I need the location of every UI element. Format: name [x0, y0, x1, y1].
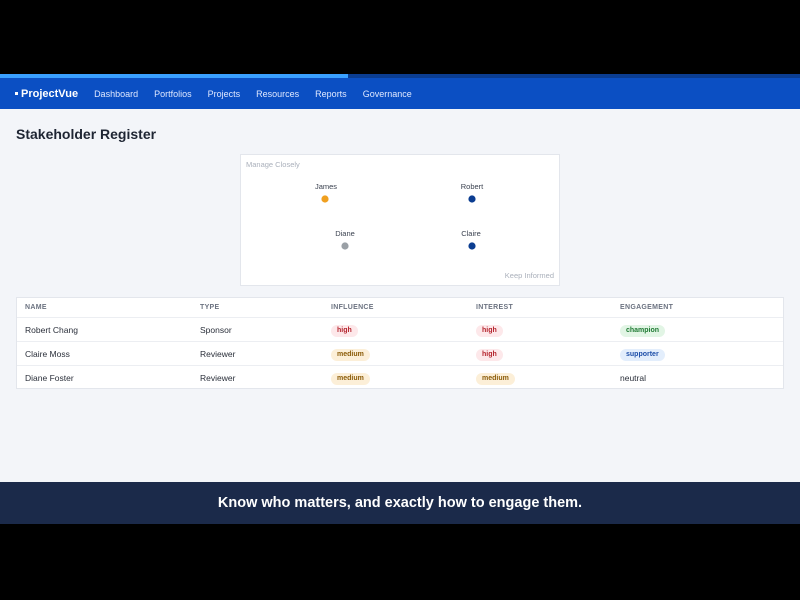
table-header-row: NAME TYPE INFLUENCE INTEREST ENGAGEMENT — [17, 298, 783, 318]
stakeholder-type: Reviewer — [200, 349, 236, 359]
app-window: ProjectVue Dashboard Portfolios Projects… — [0, 78, 800, 482]
letterbox-top — [0, 0, 800, 74]
engagement-badge: supporter — [620, 348, 665, 361]
matrix-plot: James Robert Diane Claire — [315, 182, 484, 250]
nav-item-resources[interactable]: Resources — [256, 89, 299, 99]
brand-logo[interactable]: ProjectVue — [15, 88, 78, 100]
interest-badge: high — [476, 348, 503, 361]
interest-badge: medium — [476, 372, 515, 385]
table-row[interactable]: Claire Moss Reviewer medium high support… — [17, 342, 783, 366]
stakeholder-point-label: Claire — [461, 229, 481, 238]
table-row[interactable]: Diane Foster Reviewer medium medium neut… — [17, 366, 783, 390]
stakeholder-name: Diane Foster — [25, 373, 74, 383]
subtitle-text: Know who matters, and exactly how to eng… — [217, 495, 583, 511]
interest-badge: high — [476, 324, 503, 337]
column-header-type[interactable]: TYPE — [200, 298, 219, 318]
column-header-influence[interactable]: INFLUENCE — [331, 298, 374, 318]
column-header-interest[interactable]: INTEREST — [476, 298, 513, 318]
brand-name: ProjectVue — [21, 87, 79, 100]
stakeholder-point-label: James — [315, 182, 337, 191]
influence-badge: medium — [331, 348, 370, 361]
stakeholder-type: Sponsor — [200, 325, 232, 335]
nav-item-reports[interactable]: Reports — [315, 89, 347, 99]
stakeholder-point-label: Diane — [335, 229, 355, 238]
brand-dot-icon — [15, 92, 18, 95]
stakeholder-point[interactable] — [468, 242, 476, 250]
engagement-badge: champion — [620, 324, 666, 337]
top-navbar: ProjectVue Dashboard Portfolios Projects… — [0, 78, 800, 109]
table-row[interactable]: Robert Chang Sponsor high high champion — [17, 318, 783, 342]
subtitle-bar: Know who matters, and exactly how to eng… — [0, 482, 800, 524]
stakeholder-point-label: Robert — [461, 182, 484, 191]
influence-badge: high — [331, 324, 358, 337]
column-header-name[interactable]: NAME — [25, 298, 47, 318]
nav-item-dashboard[interactable]: Dashboard — [94, 89, 138, 99]
stakeholder-name: Robert Chang — [25, 325, 78, 335]
stakeholder-point[interactable] — [321, 195, 329, 203]
page-title: Stakeholder Register — [16, 126, 157, 142]
nav-item-governance[interactable]: Governance — [363, 89, 412, 99]
influence-badge: medium — [331, 372, 370, 385]
stakeholder-matrix: Manage Closely Keep Informed James Robert… — [240, 154, 560, 286]
nav-item-projects[interactable]: Projects — [208, 89, 241, 99]
engagement-text: neutral — [620, 373, 646, 383]
column-header-engagement[interactable]: ENGAGEMENT — [620, 298, 673, 318]
stakeholder-type: Reviewer — [200, 373, 236, 383]
letterbox-bottom — [0, 524, 800, 600]
stakeholder-table: NAME TYPE INFLUENCE INTEREST ENGAGEMENT … — [16, 297, 784, 389]
stakeholder-point[interactable] — [341, 242, 349, 250]
stakeholder-point[interactable] — [468, 195, 476, 203]
nav-item-portfolios[interactable]: Portfolios — [154, 89, 192, 99]
stakeholder-name: Claire Moss — [25, 349, 70, 359]
